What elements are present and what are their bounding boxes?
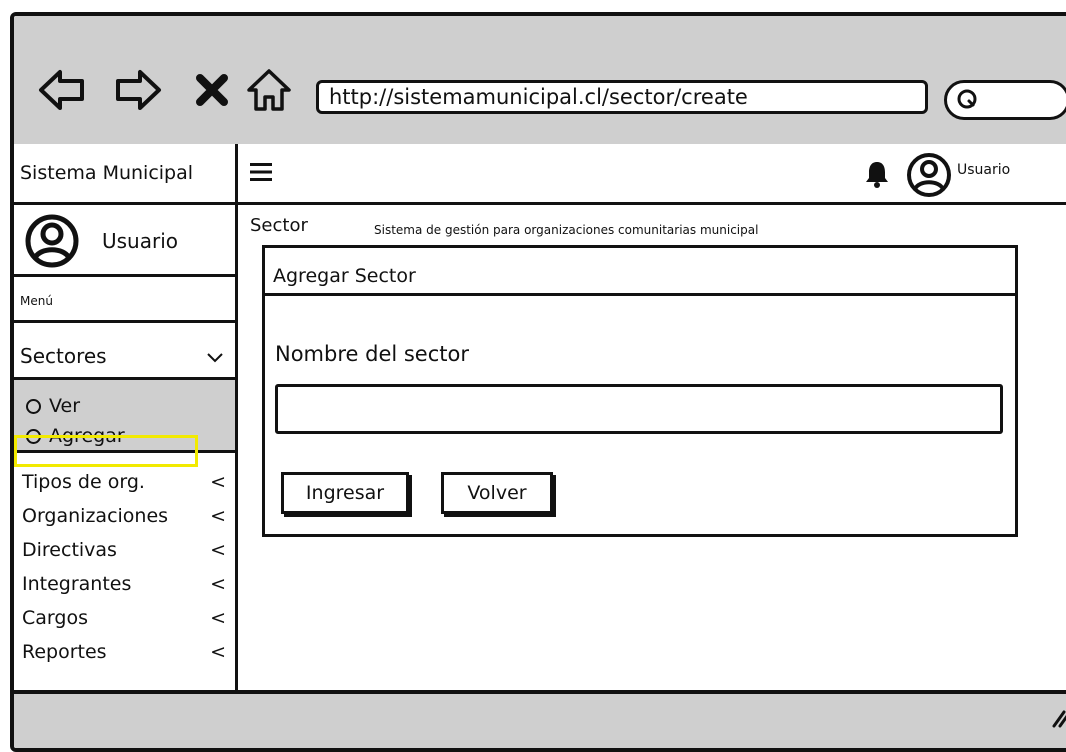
main-content: Sector Sistema de gestión para organizac… bbox=[238, 205, 1066, 690]
resize-handle-icon[interactable] bbox=[1050, 706, 1066, 728]
sector-name-label: Nombre del sector bbox=[275, 342, 469, 366]
chevron-left-icon: < bbox=[210, 539, 226, 561]
home-icon[interactable] bbox=[246, 68, 292, 112]
sidebar-item-label: Tipos de org. bbox=[22, 471, 145, 493]
sidebar-item-label: Directivas bbox=[22, 539, 117, 561]
back-button[interactable]: Volver bbox=[441, 472, 553, 514]
sidebar-item-label: Cargos bbox=[22, 607, 88, 629]
card-title: Agregar Sector bbox=[265, 248, 1015, 296]
sidebar-subitem-agregar[interactable]: Agregar bbox=[26, 424, 125, 448]
menu-heading: Menú bbox=[14, 279, 235, 323]
sidebar-item-reportes[interactable]: Reportes < bbox=[22, 637, 228, 667]
sidebar-item-label: Sectores bbox=[20, 344, 107, 368]
sidebar-item-label: Reportes bbox=[22, 641, 107, 663]
chevron-down-icon bbox=[207, 353, 223, 363]
browser-search-field[interactable] bbox=[944, 80, 1066, 120]
page-title: Sector bbox=[250, 215, 308, 236]
bell-icon[interactable] bbox=[864, 160, 890, 188]
sidebar-user-name: Usuario bbox=[102, 229, 179, 253]
sidebar-subitem-ver[interactable]: Ver bbox=[26, 394, 80, 418]
chevron-left-icon: < bbox=[210, 505, 226, 527]
browser-toolbar: http://sistemamunicipal.cl/sector/create bbox=[14, 16, 1066, 148]
circle-icon bbox=[26, 399, 41, 414]
sidebar-item-tipos-de-org[interactable]: Tipos de org. < bbox=[22, 467, 228, 497]
sidebar-item-cargos[interactable]: Cargos < bbox=[22, 603, 228, 633]
back-arrow-icon[interactable] bbox=[38, 68, 86, 112]
sidebar-item-directivas[interactable]: Directivas < bbox=[22, 535, 228, 565]
app-header: Sistema Municipal Usuario bbox=[14, 144, 1066, 205]
user-avatar-icon[interactable] bbox=[906, 152, 952, 198]
sidebar-item-integrantes[interactable]: Integrantes < bbox=[22, 569, 228, 599]
user-avatar-icon bbox=[25, 214, 79, 268]
page-subtitle: Sistema de gestión para organizaciones c… bbox=[374, 223, 759, 237]
forward-arrow-icon[interactable] bbox=[114, 68, 162, 112]
chevron-left-icon: < bbox=[210, 607, 226, 629]
sidebar-item-organizaciones[interactable]: Organizaciones < bbox=[22, 501, 228, 531]
header-user-name[interactable]: Usuario bbox=[957, 162, 1010, 178]
circle-icon bbox=[26, 429, 41, 444]
chevron-left-icon: < bbox=[210, 471, 226, 493]
chevron-left-icon: < bbox=[210, 573, 226, 595]
url-bar[interactable]: http://sistemamunicipal.cl/sector/create bbox=[316, 80, 928, 114]
sector-name-input[interactable] bbox=[275, 384, 1003, 434]
sidebar-user-panel: Usuario bbox=[14, 205, 235, 277]
sidebar-item-label: Integrantes bbox=[22, 573, 132, 595]
add-sector-card: Agregar Sector Nombre del sector Ingresa… bbox=[262, 245, 1018, 537]
browser-status-bar bbox=[14, 690, 1066, 748]
sidebar: Usuario Menú Sectores Ver Agregar Tipos … bbox=[14, 205, 238, 690]
sectores-submenu: Ver Agregar bbox=[14, 377, 235, 453]
close-icon[interactable] bbox=[194, 68, 230, 112]
app-brand[interactable]: Sistema Municipal bbox=[14, 144, 238, 202]
hamburger-icon[interactable] bbox=[250, 162, 272, 182]
sidebar-item-label: Organizaciones bbox=[22, 505, 169, 527]
sidebar-subitem-label: Ver bbox=[49, 395, 81, 417]
submit-button[interactable]: Ingresar bbox=[281, 472, 409, 514]
chevron-left-icon: < bbox=[210, 641, 226, 663]
browser-window: http://sistemamunicipal.cl/sector/create… bbox=[10, 12, 1066, 752]
sidebar-subitem-label: Agregar bbox=[49, 425, 125, 447]
sidebar-item-sectores[interactable]: Sectores bbox=[14, 327, 235, 373]
search-icon bbox=[957, 89, 977, 109]
